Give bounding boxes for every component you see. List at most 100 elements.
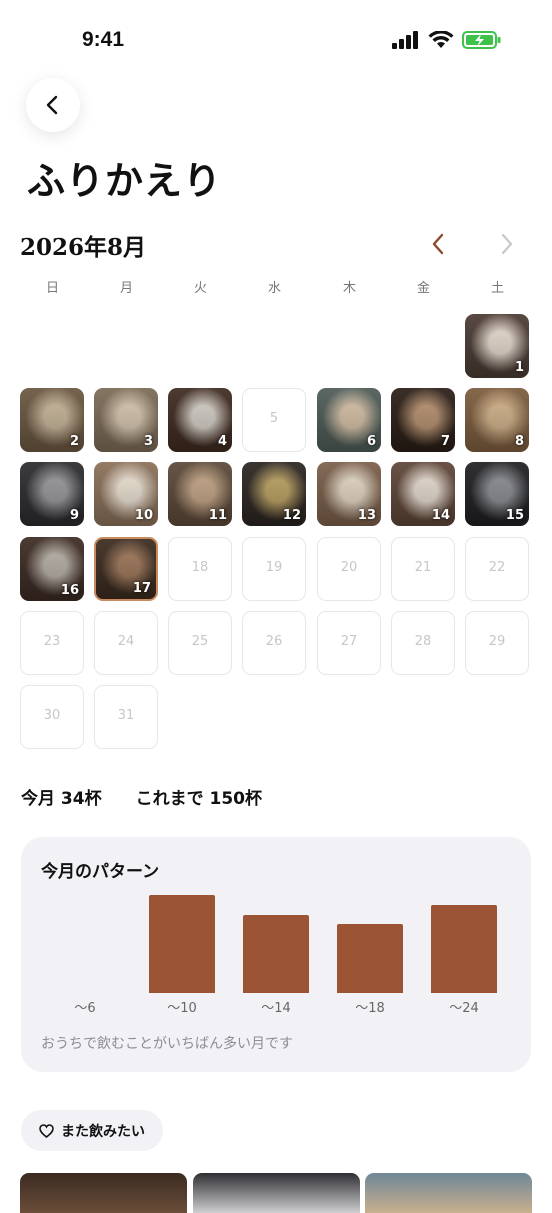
calendar-day-number: 14 [431, 508, 450, 523]
pattern-bar-label: 〜6 [74, 1001, 96, 1016]
weekday-label: 日 [45, 281, 59, 296]
calendar-day-number: 10 [134, 508, 153, 523]
calendar-day-number: 17 [132, 581, 151, 596]
cellular-signal-icon [392, 31, 418, 49]
calendar-day[interactable]: 29 [465, 611, 529, 675]
pattern-bar-label: 〜24 [449, 1001, 479, 1016]
calendar-day-number: 13 [357, 508, 376, 523]
calendar-day[interactable]: 18 [168, 537, 232, 601]
calendar-day-number: 9 [69, 508, 79, 523]
calendar-day-number: 8 [514, 434, 524, 449]
pattern-bar [243, 915, 309, 993]
calendar-day-number: 21 [414, 560, 432, 575]
calendar-day-number: 27 [340, 634, 358, 649]
calendar-day[interactable]: 16 [20, 537, 84, 601]
status-bar: 9:41 [0, 0, 552, 80]
pattern-title: 今月のパターン [41, 862, 160, 882]
favorite-photo-thumbnail[interactable] [365, 1173, 532, 1213]
pattern-bar [431, 905, 497, 993]
calendar-day[interactable]: 2 [20, 388, 84, 452]
calendar-day-number: 24 [117, 634, 135, 649]
pattern-card: 今月のパターン 〜6 〜10 〜14 〜18 〜24 おうちで飲むことがいちばん多い月で… [21, 837, 531, 1072]
calendar-day-number: 20 [340, 560, 358, 575]
calendar-day-number: 2 [69, 434, 79, 449]
pattern-bar [337, 924, 403, 993]
calendar-day-number: 3 [143, 434, 153, 449]
calendar-day[interactable]: 3 [94, 388, 158, 452]
back-button[interactable] [26, 78, 80, 132]
calendar-day-number: 29 [488, 634, 506, 649]
weekday-label: 月 [119, 281, 133, 296]
calendar-day[interactable]: 13 [317, 462, 381, 526]
calendar-day[interactable]: 24 [94, 611, 158, 675]
calendar-day-number: 1 [514, 360, 524, 375]
cup-totals: 今月 34杯 これまで 150杯 [21, 784, 262, 809]
calendar-day[interactable]: 8 [465, 388, 529, 452]
calendar-day-number: 11 [208, 508, 227, 523]
want-again-label: また飲みたい [61, 1123, 145, 1140]
calendar-day[interactable]: 25 [168, 611, 232, 675]
calendar-day[interactable]: 12 [242, 462, 306, 526]
weekday-label: 水 [267, 281, 281, 296]
calendar-day[interactable]: 23 [20, 611, 84, 675]
calendar-day[interactable]: 21 [391, 537, 455, 601]
calendar-day[interactable]: 11 [168, 462, 232, 526]
calendar-day-number: 23 [43, 634, 61, 649]
calendar-day-number: 19 [265, 560, 283, 575]
calendar-day[interactable]: 22 [465, 537, 529, 601]
calendar-day-number: 22 [488, 560, 506, 575]
calendar-day[interactable]: 10 [94, 462, 158, 526]
pattern-bar-label: 〜14 [261, 1001, 291, 1016]
weekday-label: 金 [416, 281, 430, 296]
calendar-day[interactable]: 6 [317, 388, 381, 452]
page-title: ふりかえり [27, 159, 223, 203]
want-again-chip[interactable]: また飲みたい [21, 1110, 163, 1151]
calendar-day-number: 31 [117, 708, 135, 723]
chevron-left-icon [432, 233, 444, 255]
calendar-day-number: 7 [440, 434, 450, 449]
chevron-left-icon [46, 95, 58, 115]
calendar-day[interactable]: 28 [391, 611, 455, 675]
calendar-day[interactable]: 9 [20, 462, 84, 526]
calendar-day-number: 16 [60, 583, 79, 598]
calendar-day[interactable]: 14 [391, 462, 455, 526]
status-icons [392, 30, 502, 50]
calendar-day-number: 28 [414, 634, 432, 649]
calendar-day[interactable]: 5 [242, 388, 306, 452]
calendar-day-number: 5 [269, 411, 279, 426]
calendar-day[interactable]: 17 [94, 537, 158, 601]
all-time-total: これまで 150杯 [135, 789, 262, 809]
calendar-day[interactable]: 19 [242, 537, 306, 601]
calendar-day[interactable]: 20 [317, 537, 381, 601]
calendar-day[interactable]: 26 [242, 611, 306, 675]
pattern-bar [149, 895, 215, 993]
calendar-day-number: 30 [43, 708, 61, 723]
pattern-note: おうちで飲むことがいちばん多い月です [41, 1036, 293, 1052]
calendar-day[interactable]: 27 [317, 611, 381, 675]
next-month-button[interactable] [495, 230, 519, 258]
favorite-photo-thumbnail[interactable] [193, 1173, 360, 1213]
calendar-day[interactable]: 4 [168, 388, 232, 452]
weekday-label: 土 [490, 281, 504, 296]
calendar-day-number: 6 [366, 434, 376, 449]
heart-icon [39, 1123, 54, 1138]
calendar-day-number: 18 [191, 560, 209, 575]
pattern-bar-label: 〜10 [167, 1001, 197, 1016]
wifi-icon [428, 31, 454, 48]
battery-charging-icon [462, 31, 501, 49]
chevron-right-icon [501, 233, 513, 255]
calendar-day-number: 15 [505, 508, 524, 523]
weekday-label: 火 [193, 281, 207, 296]
pattern-bar-label: 〜18 [355, 1001, 385, 1016]
previous-month-button[interactable] [426, 230, 450, 258]
calendar-day[interactable]: 31 [94, 685, 158, 749]
weekday-label: 木 [342, 281, 356, 296]
favorite-photo-thumbnail[interactable] [20, 1173, 187, 1213]
calendar-day-number: 12 [282, 508, 301, 523]
calendar-day[interactable]: 7 [391, 388, 455, 452]
status-time: 9:41 [82, 28, 125, 51]
calendar-day[interactable]: 15 [465, 462, 529, 526]
calendar-day[interactable]: 30 [20, 685, 84, 749]
calendar-day[interactable]: 1 [465, 314, 529, 378]
month-label: 2026年8月 [20, 234, 147, 261]
